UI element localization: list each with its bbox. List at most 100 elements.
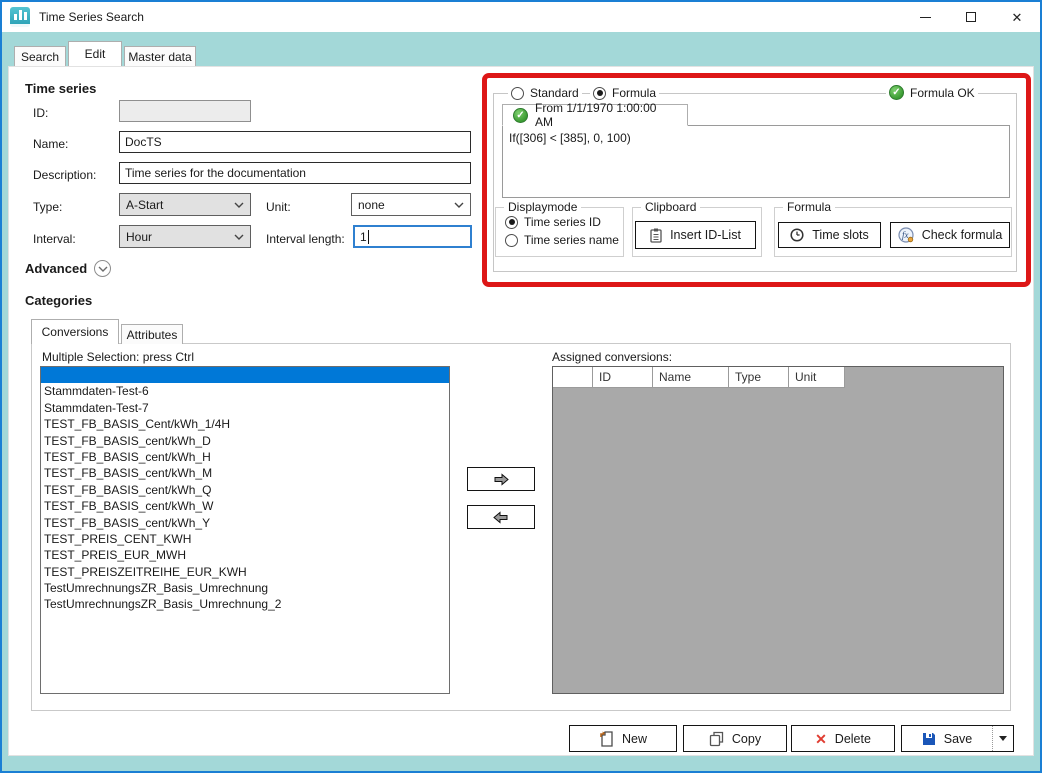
conversions-panel: Multiple Selection: press Ctrl Stammdate… — [31, 343, 1011, 711]
insert-id-list-button[interactable]: Insert ID-List — [635, 221, 756, 249]
clipboard-legend: Clipboard — [641, 200, 700, 214]
multi-select-hint: Multiple Selection: press Ctrl — [42, 350, 194, 364]
type-select[interactable]: A-Start — [119, 193, 251, 216]
window-title: Time Series Search — [39, 10, 144, 24]
column-header-type[interactable]: Type — [729, 367, 789, 388]
interval-length-label: Interval length: — [266, 232, 345, 246]
expand-advanced-button[interactable] — [94, 260, 111, 277]
save-dropdown-button[interactable] — [992, 726, 1013, 751]
list-item[interactable]: TEST_PREIS_EUR_MWH — [41, 547, 449, 563]
column-header-unit[interactable]: Unit — [789, 367, 845, 388]
time-slots-label: Time slots — [812, 228, 869, 242]
assigned-conversions-label: Assigned conversions: — [552, 350, 672, 364]
list-item[interactable]: TEST_FB_BASIS_cent/kWh_H — [41, 449, 449, 465]
close-button[interactable]: ✕ — [994, 2, 1040, 32]
list-item[interactable]: TEST_FB_BASIS_cent/kWh_Y — [41, 515, 449, 531]
id-field — [119, 100, 251, 122]
maximize-button[interactable] — [948, 2, 994, 32]
column-header-id[interactable]: ID — [593, 367, 653, 388]
unassign-button[interactable] — [467, 505, 535, 529]
radio-icon — [593, 87, 606, 100]
mode-standard-radio[interactable]: Standard — [508, 86, 582, 100]
time-series-heading: Time series — [25, 81, 96, 96]
list-item[interactable]: TestUmrechnungsZR_Basis_Umrechnung — [41, 580, 449, 596]
type-value: A-Start — [126, 198, 163, 212]
displaymode-name-radio[interactable]: Time series name — [502, 233, 622, 247]
check-ok-icon: ✓ — [889, 85, 904, 100]
period-tab[interactable]: ✓ From 1/1/1970 1:00:00 AM — [502, 104, 688, 126]
tab-search-label: Search — [21, 50, 59, 64]
new-button-label: New — [622, 732, 647, 746]
tab-conversions[interactable]: Conversions — [31, 319, 119, 344]
id-label: ID: — [33, 106, 48, 120]
chevron-down-icon — [454, 202, 464, 208]
fx-check-icon: fx — [898, 227, 914, 243]
list-item[interactable]: Stammdaten-Test-7 — [41, 400, 449, 416]
list-item[interactable]: TEST_FB_BASIS_cent/kWh_M — [41, 465, 449, 481]
categories-heading: Categories — [25, 293, 92, 308]
app-logo-icon — [10, 7, 30, 27]
list-item[interactable]: Stammdaten-Test-6 — [41, 383, 449, 399]
formula-status-label: Formula OK — [910, 86, 975, 100]
displaymode-id-radio[interactable]: Time series ID — [502, 215, 604, 229]
list-item[interactable]: TEST_PREIS_CENT_KWH — [41, 531, 449, 547]
description-label: Description: — [33, 168, 96, 182]
unit-label: Unit: — [266, 200, 291, 214]
time-slots-button[interactable]: Time slots — [778, 222, 881, 248]
displaymode-groupbox: Displaymode Time series ID Time series n… — [495, 207, 624, 257]
interval-length-value: 1 — [360, 230, 367, 244]
available-conversions-list[interactable]: Stammdaten-Test-6 Stammdaten-Test-7 TEST… — [40, 366, 450, 694]
name-field[interactable]: DocTS — [119, 131, 471, 153]
delete-button[interactable]: ✕ Delete — [791, 725, 895, 752]
copy-button[interactable]: Copy — [683, 725, 787, 752]
interval-label: Interval: — [33, 232, 76, 246]
advanced-label: Advanced — [25, 261, 87, 276]
column-header-name[interactable]: Name — [653, 367, 729, 388]
save-floppy-icon — [922, 732, 936, 746]
unit-select[interactable]: none — [351, 193, 471, 216]
close-icon: ✕ — [1012, 11, 1023, 24]
interval-length-field[interactable]: 1 — [353, 225, 472, 248]
chevron-down-icon — [234, 234, 244, 240]
save-button[interactable]: Save — [901, 725, 1014, 752]
formula-editor[interactable]: If([306] < [385], 0, 100) — [502, 125, 1010, 198]
formula-actions-groupbox: Formula Time slots fx Check formula — [774, 207, 1012, 257]
title-bar: Time Series Search ✕ — [2, 2, 1040, 32]
clipboard-groupbox: Clipboard Insert ID-List — [632, 207, 762, 257]
radio-icon — [511, 87, 524, 100]
new-button[interactable]: New — [569, 725, 677, 752]
list-item[interactable]: TEST_FB_BASIS_Cent/kWh_1/4H — [41, 416, 449, 432]
unit-value: none — [358, 198, 385, 212]
minimize-button[interactable] — [902, 2, 948, 32]
list-item[interactable]: TEST_FB_BASIS_cent/kWh_W — [41, 498, 449, 514]
app-window: Time Series Search ✕ Search Edit Master … — [0, 0, 1042, 773]
mode-standard-label: Standard — [530, 86, 579, 100]
mode-formula-label: Formula — [612, 86, 656, 100]
list-item[interactable]: TEST_FB_BASIS_cent/kWh_Q — [41, 482, 449, 498]
save-button-label: Save — [944, 732, 973, 746]
assigned-conversions-table[interactable]: ID Name Type Unit — [552, 366, 1004, 694]
new-document-icon — [599, 731, 614, 747]
mode-formula-radio[interactable]: Formula — [590, 86, 659, 100]
column-header[interactable] — [553, 367, 593, 388]
tab-conversions-label: Conversions — [42, 325, 109, 339]
copy-button-label: Copy — [732, 732, 761, 746]
copy-icon — [709, 731, 724, 747]
tab-master-data[interactable]: Master data — [124, 46, 196, 66]
list-item[interactable]: TestUmrechnungsZR_Basis_Umrechnung_2 — [41, 596, 449, 612]
period-tab-label: From 1/1/1970 1:00:00 AM — [535, 101, 677, 129]
list-item[interactable]: TEST_PREISZEITREIHE_EUR_KWH — [41, 564, 449, 580]
radio-icon — [505, 216, 518, 229]
assign-button[interactable] — [467, 467, 535, 491]
displaymode-name-label: Time series name — [524, 233, 619, 247]
chevron-down-icon — [999, 736, 1007, 741]
list-item[interactable]: TEST_FB_BASIS_cent/kWh_D — [41, 433, 449, 449]
interval-select[interactable]: Hour — [119, 225, 251, 248]
arrow-right-icon — [492, 473, 510, 486]
tab-edit[interactable]: Edit — [68, 41, 122, 66]
list-item[interactable] — [41, 367, 449, 383]
check-formula-button[interactable]: fx Check formula — [890, 222, 1010, 248]
tab-search[interactable]: Search — [14, 46, 66, 66]
tab-attributes[interactable]: Attributes — [121, 324, 183, 344]
description-field[interactable]: Time series for the documentation — [119, 162, 471, 184]
